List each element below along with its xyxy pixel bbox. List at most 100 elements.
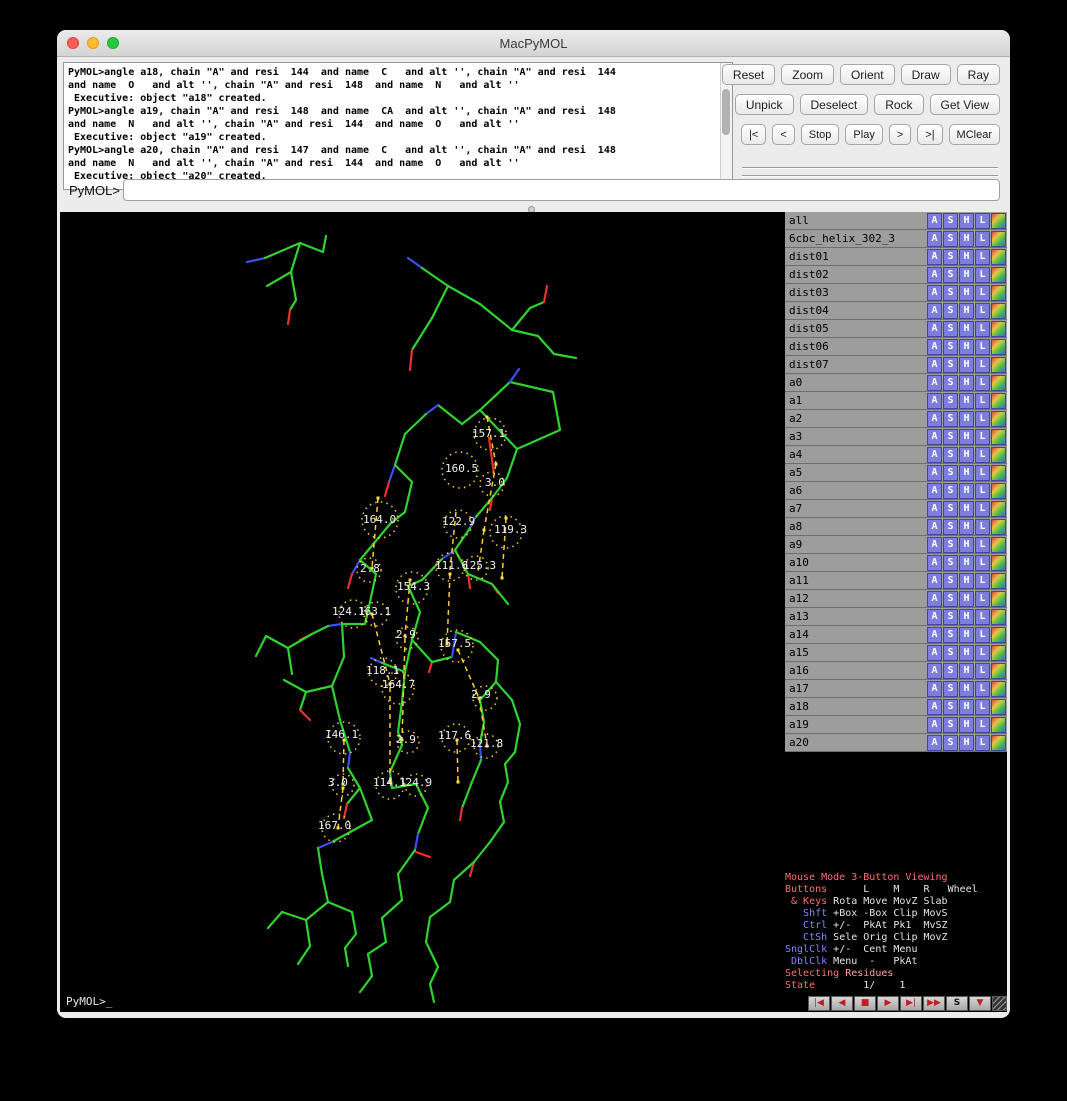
object-name[interactable]: a2 (785, 412, 927, 425)
object-color-button[interactable] (991, 627, 1006, 643)
object-a-button[interactable]: A (927, 285, 942, 301)
object-l-button[interactable]: L (975, 249, 990, 265)
control-button-deselect[interactable]: Deselect (800, 94, 869, 115)
object-color-button[interactable] (991, 483, 1006, 499)
transport-button-3[interactable]: ▶ (877, 996, 899, 1011)
object-a-button[interactable]: A (927, 627, 942, 643)
object-row-a5[interactable]: a5ASHL (785, 464, 1007, 482)
control-button-draw[interactable]: Draw (901, 64, 951, 85)
object-color-button[interactable] (991, 267, 1006, 283)
object-a-button[interactable]: A (927, 321, 942, 337)
object-color-button[interactable] (991, 537, 1006, 553)
object-s-button[interactable]: S (943, 393, 958, 409)
object-h-button[interactable]: H (959, 681, 974, 697)
resize-grip[interactable] (992, 996, 1007, 1011)
object-s-button[interactable]: S (943, 717, 958, 733)
object-name[interactable]: dist06 (785, 340, 927, 353)
transport-button-2[interactable]: ■ (854, 996, 876, 1011)
object-s-button[interactable]: S (943, 411, 958, 427)
object-row-a17[interactable]: a17ASHL (785, 680, 1007, 698)
object-a-button[interactable]: A (927, 591, 942, 607)
object-s-button[interactable]: S (943, 303, 958, 319)
object-s-button[interactable]: S (943, 267, 958, 283)
object-l-button[interactable]: L (975, 375, 990, 391)
object-name[interactable]: a17 (785, 682, 927, 695)
object-l-button[interactable]: L (975, 663, 990, 679)
object-a-button[interactable]: A (927, 429, 942, 445)
object-color-button[interactable] (991, 573, 1006, 589)
object-l-button[interactable]: L (975, 357, 990, 373)
transport-s-button[interactable]: S (946, 996, 968, 1011)
object-h-button[interactable]: H (959, 303, 974, 319)
object-row-a14[interactable]: a14ASHL (785, 626, 1007, 644)
object-a-button[interactable]: A (927, 537, 942, 553)
object-l-button[interactable]: L (975, 591, 990, 607)
object-l-button[interactable]: L (975, 213, 990, 229)
object-a-button[interactable]: A (927, 411, 942, 427)
object-color-button[interactable] (991, 429, 1006, 445)
object-h-button[interactable]: H (959, 717, 974, 733)
feedback-console[interactable]: PyMOL>angle a18, chain "A" and resi 144 … (63, 62, 733, 190)
object-h-button[interactable]: H (959, 663, 974, 679)
object-color-button[interactable] (991, 735, 1006, 751)
transport-button-4[interactable]: ▶| (900, 996, 922, 1011)
object-row-a15[interactable]: a15ASHL (785, 644, 1007, 662)
object-row-dist03[interactable]: dist03ASHL (785, 284, 1007, 302)
object-name[interactable]: a7 (785, 502, 927, 515)
object-row-a19[interactable]: a19ASHL (785, 716, 1007, 734)
object-name[interactable]: a9 (785, 538, 927, 551)
object-color-button[interactable] (991, 411, 1006, 427)
object-color-button[interactable] (991, 393, 1006, 409)
object-h-button[interactable]: H (959, 357, 974, 373)
transport-button-0[interactable]: |◀ (808, 996, 830, 1011)
object-l-button[interactable]: L (975, 735, 990, 751)
object-h-button[interactable]: H (959, 573, 974, 589)
object-a-button[interactable]: A (927, 249, 942, 265)
object-name[interactable]: dist02 (785, 268, 927, 281)
object-h-button[interactable]: H (959, 537, 974, 553)
object-h-button[interactable]: H (959, 735, 974, 751)
object-l-button[interactable]: L (975, 573, 990, 589)
object-l-button[interactable]: L (975, 609, 990, 625)
object-row-a16[interactable]: a16ASHL (785, 662, 1007, 680)
object-s-button[interactable]: S (943, 537, 958, 553)
object-s-button[interactable]: S (943, 213, 958, 229)
object-h-button[interactable]: H (959, 213, 974, 229)
object-row-a0[interactable]: a0ASHL (785, 374, 1007, 392)
object-color-button[interactable] (991, 465, 1006, 481)
object-name[interactable]: 6cbc_helix_302_3 (785, 232, 927, 245)
object-a-button[interactable]: A (927, 483, 942, 499)
object-a-button[interactable]: A (927, 357, 942, 373)
object-row-a13[interactable]: a13ASHL (785, 608, 1007, 626)
command-input[interactable] (123, 179, 1000, 201)
object-h-button[interactable]: H (959, 411, 974, 427)
object-l-button[interactable]: L (975, 411, 990, 427)
object-h-button[interactable]: H (959, 609, 974, 625)
object-h-button[interactable]: H (959, 465, 974, 481)
object-l-button[interactable]: L (975, 501, 990, 517)
object-l-button[interactable]: L (975, 339, 990, 355)
object-s-button[interactable]: S (943, 699, 958, 715)
object-s-button[interactable]: S (943, 735, 958, 751)
object-row-dist01[interactable]: dist01ASHL (785, 248, 1007, 266)
titlebar[interactable]: MacPyMOL (57, 30, 1010, 57)
object-row-a18[interactable]: a18ASHL (785, 698, 1007, 716)
object-name[interactable]: a0 (785, 376, 927, 389)
object-a-button[interactable]: A (927, 231, 942, 247)
object-name[interactable]: a10 (785, 556, 927, 569)
object-name[interactable]: dist07 (785, 358, 927, 371)
object-s-button[interactable]: S (943, 519, 958, 535)
control-button-orient[interactable]: Orient (840, 64, 895, 85)
object-name[interactable]: dist01 (785, 250, 927, 263)
object-l-button[interactable]: L (975, 645, 990, 661)
transport-button-1[interactable]: ◀ (831, 996, 853, 1011)
object-s-button[interactable]: S (943, 447, 958, 463)
object-name[interactable]: a19 (785, 718, 927, 731)
object-l-button[interactable]: L (975, 393, 990, 409)
object-name[interactable]: a18 (785, 700, 927, 713)
object-l-button[interactable]: L (975, 483, 990, 499)
object-l-button[interactable]: L (975, 285, 990, 301)
object-h-button[interactable]: H (959, 645, 974, 661)
object-h-button[interactable]: H (959, 429, 974, 445)
object-h-button[interactable]: H (959, 591, 974, 607)
